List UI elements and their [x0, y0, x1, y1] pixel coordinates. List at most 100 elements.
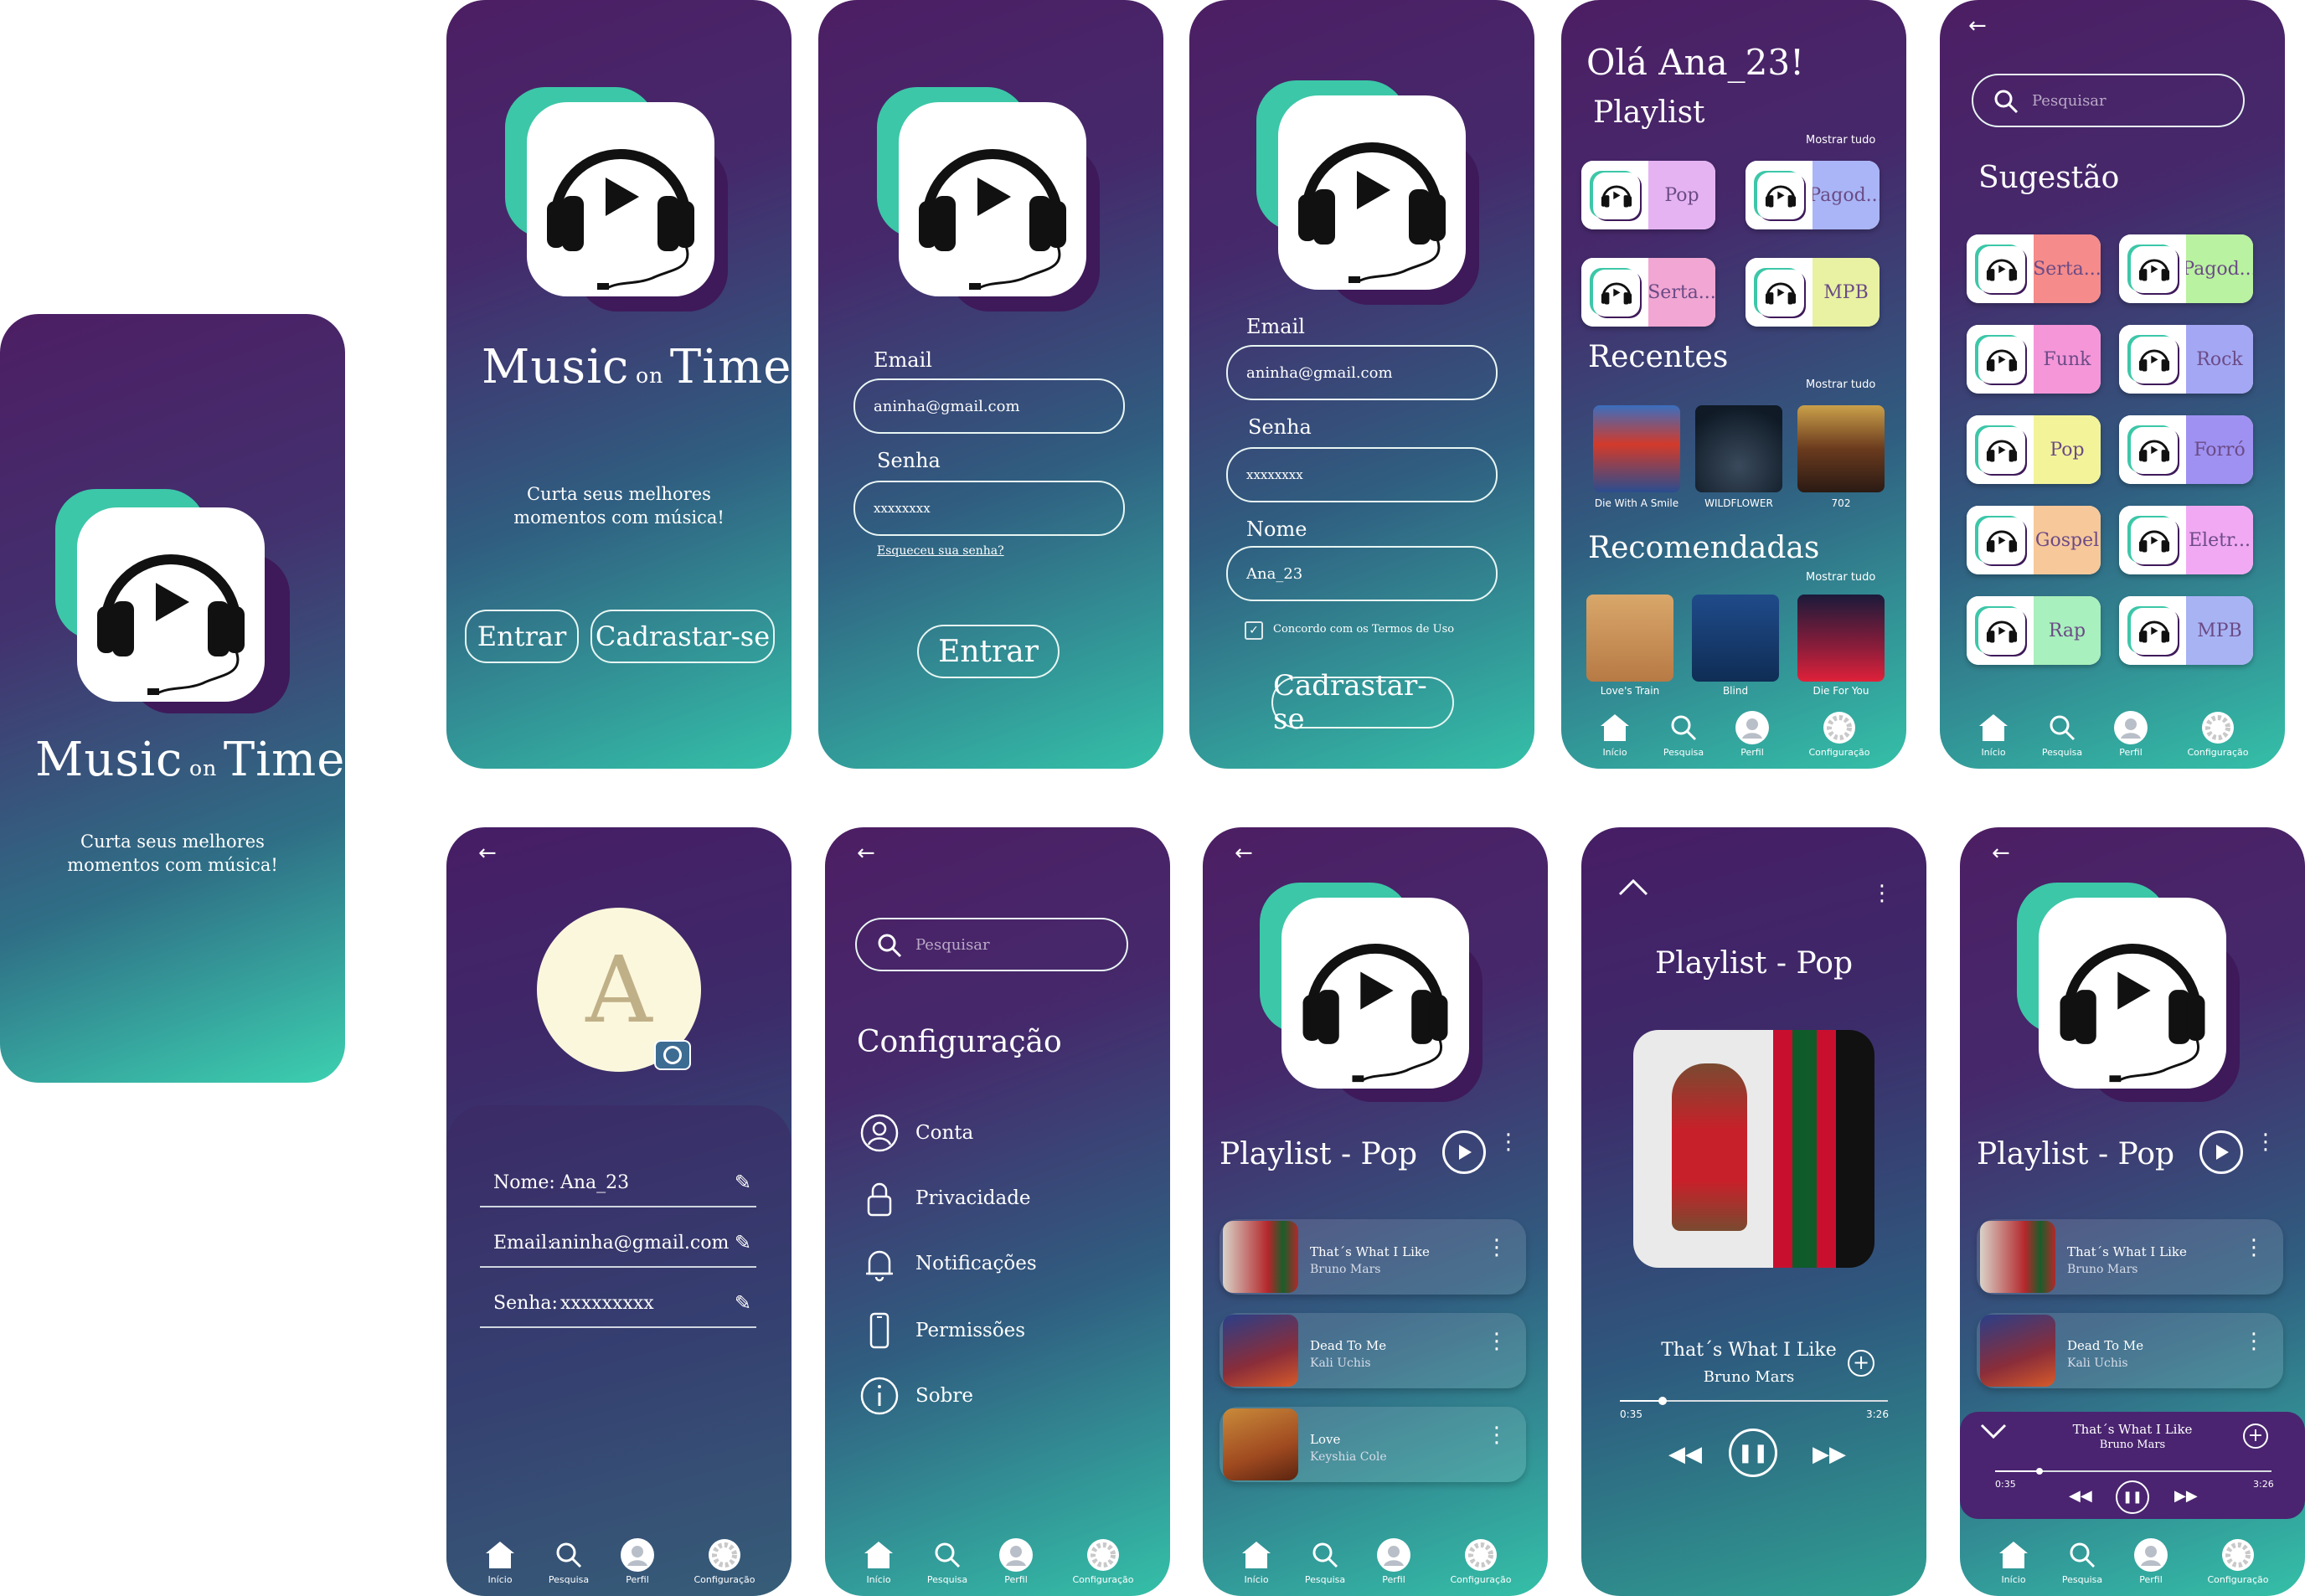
nav-search[interactable]: Pesquisa [1292, 1536, 1359, 1585]
genre-card[interactable]: Rap [1967, 596, 2101, 665]
edit-icon[interactable]: ✎ [735, 1231, 751, 1254]
nav-profile[interactable]: Perfil [1719, 708, 1786, 758]
signup-submit-button[interactable]: Cadrastar-se [1271, 669, 1454, 736]
track-row[interactable]: That´s What I Like Bruno Mars ⋮ [1977, 1219, 2283, 1295]
more-options-icon[interactable]: ⋮ [1498, 1131, 1519, 1153]
nav-settings[interactable]: Configuração [1797, 708, 1881, 758]
add-to-playlist-icon[interactable]: + [1848, 1350, 1874, 1377]
nav-settings[interactable]: Configuração [2196, 1536, 2280, 1585]
add-to-playlist-icon[interactable]: + [2243, 1424, 2268, 1449]
nav-profile[interactable]: Perfil [2097, 708, 2164, 758]
genre-card[interactable]: Gospel [1967, 506, 2101, 574]
camera-icon[interactable] [654, 1040, 691, 1070]
playlist-card[interactable]: Serta... [1581, 258, 1715, 327]
genre-card[interactable]: Eletr... [2119, 506, 2253, 574]
terms-checkbox[interactable]: ✓ [1245, 621, 1263, 640]
pause-button[interactable]: ❚❚ [2116, 1480, 2149, 1514]
settings-item-notifications[interactable]: Notificações [859, 1243, 1037, 1285]
settings-item-privacy[interactable]: Privacidade [859, 1177, 1031, 1219]
login-button[interactable]: Entrar [465, 610, 579, 663]
back-arrow-icon[interactable]: ← [1968, 13, 1987, 39]
playlist-card[interactable]: Pop [1581, 161, 1715, 229]
genre-card[interactable]: Pop [1967, 415, 2101, 484]
more-options-icon[interactable]: ⋮ [1486, 1424, 1508, 1446]
genre-card[interactable]: MPB [2119, 596, 2253, 665]
nav-profile[interactable]: Perfil [1360, 1536, 1427, 1585]
nav-home[interactable]: Início [467, 1536, 534, 1585]
nav-search[interactable]: Pesquisa [914, 1536, 981, 1585]
nav-home[interactable]: Início [1960, 708, 2027, 758]
chevron-up-icon[interactable] [1617, 878, 1650, 901]
nav-settings[interactable]: Configuração [683, 1536, 766, 1585]
progress-track[interactable] [1620, 1397, 1888, 1405]
nav-profile[interactable]: Perfil [982, 1536, 1049, 1585]
settings-item-permissions[interactable]: Permissões [859, 1310, 1025, 1351]
genre-card[interactable]: Serta... [1967, 234, 2101, 303]
progress-knob[interactable] [1658, 1397, 1668, 1405]
nav-home[interactable]: Início [1581, 708, 1648, 758]
edit-icon[interactable]: ✎ [735, 1171, 751, 1194]
nav-profile[interactable]: Perfil [604, 1536, 671, 1585]
nav-home[interactable]: Início [1223, 1536, 1290, 1585]
album-wildflower[interactable] [1695, 405, 1782, 492]
playlist-card[interactable]: MPB [1746, 258, 1880, 327]
album-702[interactable] [1797, 405, 1885, 492]
signup-button[interactable]: Cadrastar-se [590, 610, 775, 663]
genre-card[interactable]: Forró [2119, 415, 2253, 484]
search-input[interactable]: Pesquisar [1972, 74, 2245, 127]
nav-settings[interactable]: Configuração [2176, 708, 2260, 758]
login-submit-button[interactable]: Entrar [917, 625, 1060, 678]
more-options-icon[interactable]: ⋮ [1871, 881, 1893, 906]
recent-show-all-link[interactable]: Mostrar tudo [1806, 378, 1875, 391]
nav-search[interactable]: Pesquisa [535, 1536, 602, 1585]
more-options-icon[interactable]: ⋮ [2255, 1131, 2277, 1153]
rewind-icon[interactable]: ◀◀ [1668, 1442, 1702, 1467]
nav-settings[interactable]: Configuração [1439, 1536, 1523, 1585]
email-field[interactable]: aninha@gmail.com [853, 378, 1125, 434]
settings-item-about[interactable]: Sobre [859, 1375, 973, 1417]
genre-card[interactable]: Funk [1967, 325, 2101, 394]
fast-forward-icon[interactable]: ▶▶ [2174, 1487, 2198, 1505]
password-field[interactable]: xxxxxxxx [853, 481, 1125, 536]
album-loves-train[interactable] [1586, 595, 1673, 682]
playlist-show-all-link[interactable]: Mostrar tudo [1806, 134, 1875, 147]
play-button[interactable] [2199, 1130, 2243, 1174]
play-button[interactable] [1442, 1130, 1486, 1174]
mini-player[interactable]: That´s What I Like Bruno Mars + 0:35 3:2… [1960, 1412, 2305, 1519]
settings-item-account[interactable]: Conta [859, 1112, 973, 1154]
back-arrow-icon[interactable]: ← [478, 841, 497, 866]
genre-card[interactable]: Pagod... [2119, 234, 2253, 303]
nav-home[interactable]: Início [1980, 1536, 2047, 1585]
back-arrow-icon[interactable]: ← [1235, 841, 1253, 866]
album-die-for-you[interactable] [1797, 595, 1885, 682]
name-field[interactable]: Ana_23 [1226, 546, 1498, 601]
email-field[interactable]: aninha@gmail.com [1226, 345, 1498, 400]
track-row[interactable]: Dead To Me Kali Uchis ⋮ [1977, 1313, 2283, 1388]
album-die-with-a-smile[interactable] [1593, 405, 1680, 492]
recommended-show-all-link[interactable]: Mostrar tudo [1806, 571, 1875, 584]
album-blind[interactable] [1692, 595, 1779, 682]
edit-icon[interactable]: ✎ [735, 1291, 751, 1315]
nav-search[interactable]: Pesquisa [2029, 708, 2096, 758]
more-options-icon[interactable]: ⋮ [2243, 1331, 2265, 1352]
pause-button[interactable]: ❚❚ [1729, 1429, 1777, 1477]
mini-progress-track[interactable] [1995, 1468, 2271, 1475]
back-arrow-icon[interactable]: ← [1992, 841, 2010, 866]
nav-search[interactable]: Pesquisa [1650, 708, 1717, 758]
back-arrow-icon[interactable]: ← [857, 841, 875, 866]
more-options-icon[interactable]: ⋮ [1486, 1331, 1508, 1352]
search-input[interactable]: Pesquisar [855, 918, 1128, 971]
track-row[interactable]: That´s What I Like Bruno Mars ⋮ [1220, 1219, 1526, 1295]
playlist-card[interactable]: Pagod... [1746, 161, 1880, 229]
password-field[interactable]: xxxxxxxx [1226, 447, 1498, 502]
progress-knob[interactable] [2035, 1468, 2043, 1475]
nav-home[interactable]: Início [845, 1536, 912, 1585]
nav-profile[interactable]: Perfil [2117, 1536, 2184, 1585]
track-row[interactable]: Love Keyshia Cole ⋮ [1220, 1407, 1526, 1482]
genre-card[interactable]: Rock [2119, 325, 2253, 394]
nav-settings[interactable]: Configuração [1061, 1536, 1145, 1585]
forgot-password-link[interactable]: Esqueceu sua senha? [877, 544, 1004, 558]
fast-forward-icon[interactable]: ▶▶ [1813, 1442, 1846, 1467]
nav-search[interactable]: Pesquisa [2049, 1536, 2116, 1585]
more-options-icon[interactable]: ⋮ [1486, 1237, 1508, 1259]
